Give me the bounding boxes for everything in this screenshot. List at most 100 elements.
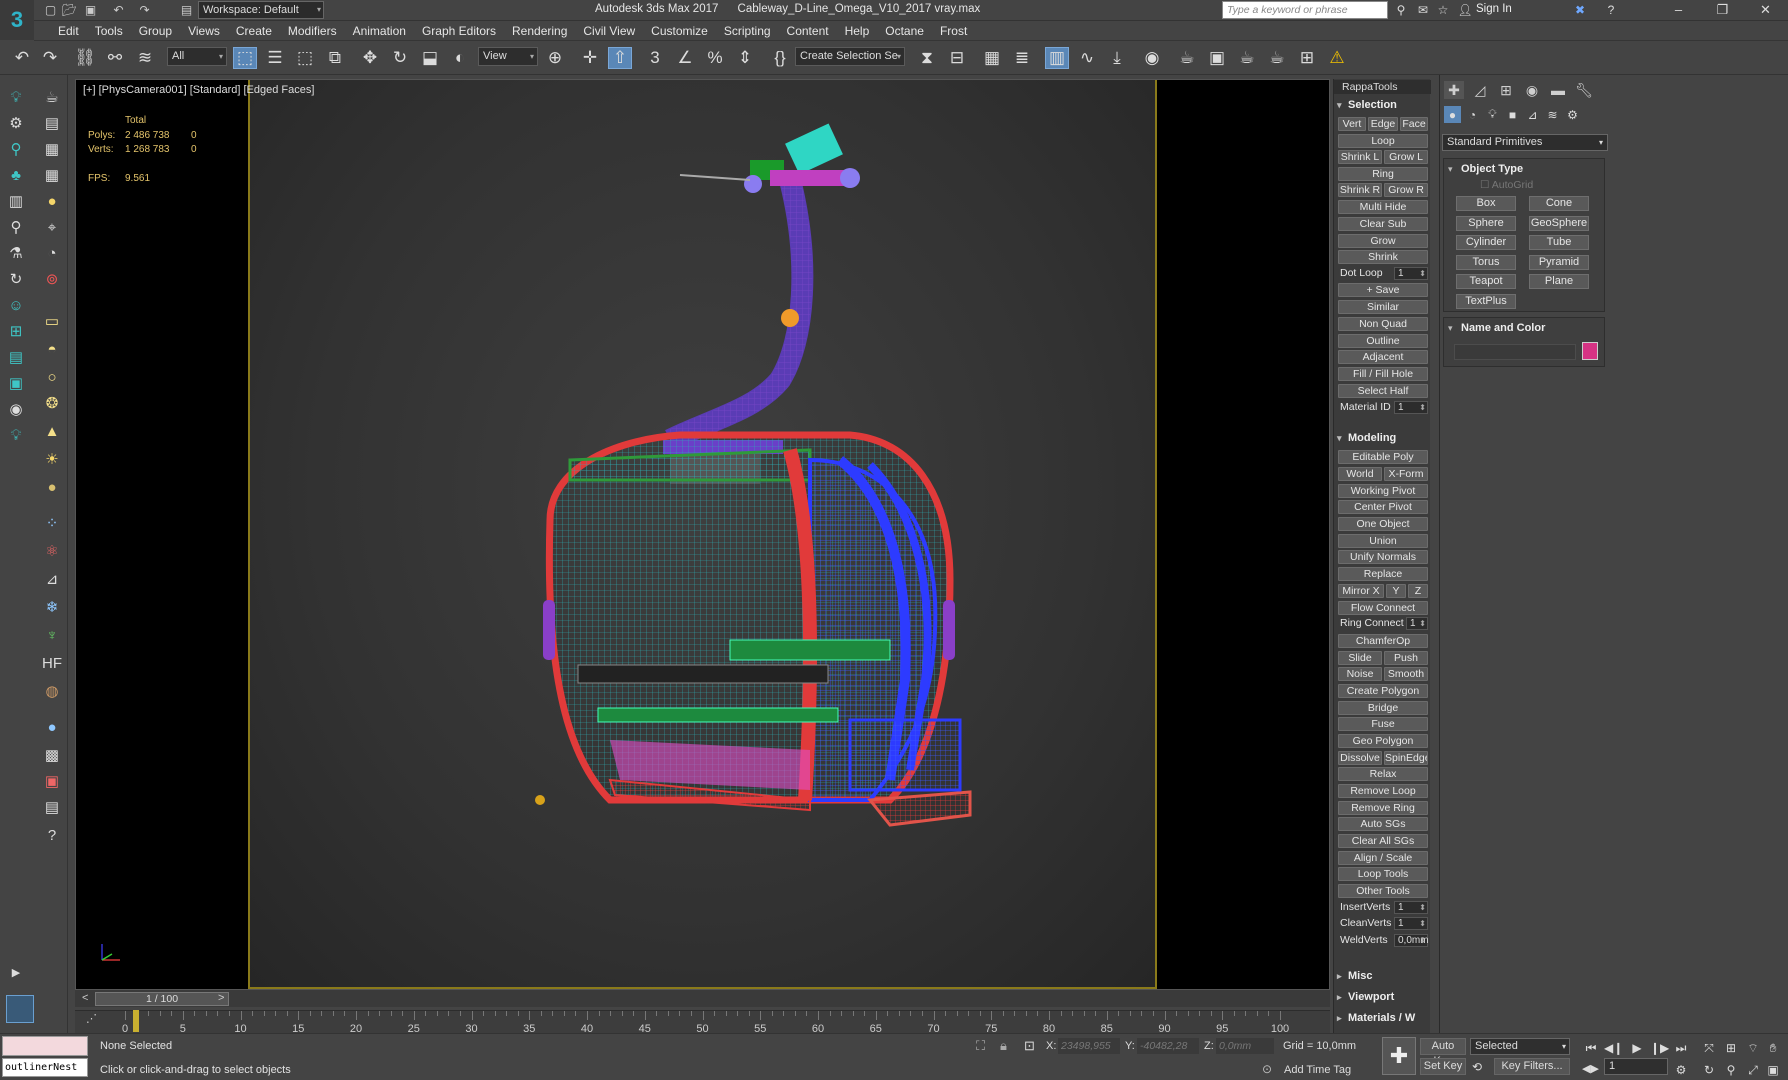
rappa-editpoly-button[interactable]: Editable Poly: [1338, 450, 1428, 464]
batch-icon[interactable]: ▩: [40, 743, 64, 767]
rappa-vert-button[interactable]: Vert: [1338, 117, 1366, 131]
rappa-dotloop-spinner[interactable]: 1: [1394, 267, 1428, 280]
toggle-ribbon-icon[interactable]: ▥: [1045, 47, 1069, 69]
percent-snap-icon[interactable]: %: [703, 47, 727, 69]
rappa-section-selection[interactable]: Selection: [1334, 98, 1431, 113]
field-of-view-icon[interactable]: ⌔: [1744, 1040, 1762, 1056]
z-coord-field[interactable]: 0,0mm: [1216, 1038, 1274, 1054]
rappa-createpolygon-button[interactable]: Create Polygon: [1338, 684, 1428, 698]
refresh-icon[interactable]: ↻: [4, 267, 28, 291]
next-frame-icon[interactable]: ❙▶: [1650, 1040, 1669, 1056]
object-name-field[interactable]: [1454, 344, 1576, 360]
menu-group[interactable]: Group: [131, 24, 180, 38]
time-slider-next-icon[interactable]: >: [218, 992, 224, 1004]
render-target-icon[interactable]: ▣: [40, 769, 64, 793]
rappa-fillhole-button[interactable]: Fill / Fill Hole: [1338, 367, 1428, 381]
rappa-mirrorx-button[interactable]: Mirror X: [1338, 584, 1384, 598]
binoculars-icon[interactable]: ⚲: [1392, 2, 1410, 19]
object-type-title[interactable]: Object Type: [1461, 163, 1523, 175]
shaded-sphere-icon[interactable]: ●: [40, 715, 64, 739]
grid-icon[interactable]: ▦: [40, 163, 64, 187]
book-icon[interactable]: ▥: [4, 189, 28, 213]
ies-light-icon[interactable]: ❂: [40, 391, 64, 415]
panel-icon[interactable]: ▦: [40, 137, 64, 161]
toggle-scene-explorer-icon[interactable]: ▦: [980, 47, 1004, 69]
spot-light-icon[interactable]: ▲: [40, 419, 64, 443]
rappa-noise-button[interactable]: Noise: [1338, 667, 1382, 681]
rappa-spinedge-button[interactable]: SpinEdge: [1384, 751, 1428, 765]
align-tool-icon[interactable]: ⊞: [4, 319, 28, 343]
rappa-dissolve-button[interactable]: Dissolve: [1338, 751, 1382, 765]
previous-frame-icon[interactable]: ◀❙: [1604, 1040, 1623, 1056]
sphere-light2-icon[interactable]: ○: [40, 365, 64, 389]
rappa-slide-button[interactable]: Slide: [1338, 651, 1382, 665]
viewport-toggle-icon[interactable]: ▣: [1764, 1062, 1782, 1078]
tree-icon[interactable]: ♣: [4, 163, 28, 187]
grass-icon[interactable]: ♆: [40, 623, 64, 647]
hair-fur-icon[interactable]: HF: [40, 651, 64, 675]
app-logo-icon[interactable]: 3: [0, 0, 34, 40]
menu-edit[interactable]: Edit: [50, 24, 87, 38]
teapot-icon[interactable]: ☕︎: [40, 85, 64, 109]
rappa-outline-button[interactable]: Outline: [1338, 334, 1428, 348]
viewport-layout-icon[interactable]: [6, 995, 34, 1023]
script-icon[interactable]: ▤: [4, 345, 28, 369]
render-iterative-icon[interactable]: ☕︎: [1265, 47, 1289, 69]
keyboard-shortcut-override-icon[interactable]: ⇧: [608, 47, 632, 69]
save-file-icon[interactable]: ▣: [82, 2, 99, 19]
rappa-section-materials[interactable]: Materials / W: [1334, 1011, 1431, 1026]
rappa-growr-button[interactable]: Grow R: [1384, 183, 1428, 197]
select-object-icon[interactable]: ⬚: [233, 47, 257, 69]
rollout-collapse-icon[interactable]: ▾: [1448, 164, 1453, 175]
redo-icon[interactable]: ↷: [136, 2, 153, 19]
rappa-oneobject-button[interactable]: One Object: [1338, 517, 1428, 531]
rappa-workingpivot-button[interactable]: Working Pivot: [1338, 484, 1428, 498]
expand-arrow-icon[interactable]: ▶: [4, 960, 28, 984]
rappa-alignscale-button[interactable]: Align / Scale: [1338, 851, 1428, 865]
menu-create[interactable]: Create: [228, 24, 280, 38]
geometry-category-icon[interactable]: ●: [1444, 106, 1461, 123]
bind-spacewarp-icon[interactable]: ≋: [133, 47, 157, 69]
light-icon[interactable]: 💡︎: [4, 85, 28, 109]
figure-icon[interactable]: ⚲: [4, 137, 28, 161]
rappa-matid-spinner[interactable]: 1: [1394, 401, 1428, 414]
rappa-growl-button[interactable]: Grow L: [1384, 150, 1428, 164]
rappa-shrink-button[interactable]: Shrink: [1338, 250, 1428, 264]
angle-snap-icon[interactable]: ∠: [673, 47, 697, 69]
menu-modifiers[interactable]: Modifiers: [280, 24, 345, 38]
edit-named-selection-icon[interactable]: {}: [768, 47, 792, 69]
ambient-light-icon[interactable]: ●: [40, 475, 64, 499]
add-time-tag[interactable]: Add Time Tag: [1284, 1064, 1351, 1076]
spinner-snap-icon[interactable]: ⇕: [733, 47, 757, 69]
select-rotate-icon[interactable]: ↻: [388, 47, 412, 69]
rappa-autosgs-button[interactable]: Auto SGs: [1338, 817, 1428, 831]
primitive-cylinder-button[interactable]: Cylinder: [1456, 235, 1516, 250]
particles-icon[interactable]: ⁘: [40, 511, 64, 535]
frame-icon[interactable]: ▣: [4, 371, 28, 395]
menu-rendering[interactable]: Rendering: [504, 24, 575, 38]
utilities-tab-icon[interactable]: 🔧︎: [1574, 81, 1594, 99]
placement-icon[interactable]: ◐: [448, 47, 472, 69]
primitive-type-dropdown[interactable]: Standard Primitives ▾: [1442, 134, 1608, 151]
molecule-icon[interactable]: ⚛: [40, 539, 64, 563]
set-key-button[interactable]: Set Key: [1420, 1058, 1466, 1075]
rect-selection-region-icon[interactable]: ⬚: [293, 47, 317, 69]
rappa-replace-button[interactable]: Replace: [1338, 567, 1428, 581]
snowflake-icon[interactable]: ❄: [40, 595, 64, 619]
rappa-insertverts-spinner[interactable]: 1: [1394, 901, 1428, 914]
rappa-mirrory-button[interactable]: Y: [1386, 584, 1406, 598]
systems-category-icon[interactable]: ⚙: [1564, 106, 1581, 123]
object-color-swatch[interactable]: [1582, 342, 1598, 360]
eye-icon[interactable]: ◉: [4, 397, 28, 421]
key-mode-icon[interactable]: ⟲: [1472, 1060, 1482, 1074]
warning-icon[interactable]: ⚠: [1325, 47, 1349, 69]
primitive-cone-button[interactable]: Cone: [1529, 196, 1589, 211]
question-icon[interactable]: ?: [40, 823, 64, 847]
rappa-xform-button[interactable]: X-Form: [1384, 467, 1428, 481]
primitive-sphere-button[interactable]: Sphere: [1456, 215, 1516, 231]
rendered-frame-window-icon[interactable]: ▣: [1205, 47, 1229, 69]
rappa-loop-button[interactable]: Loop: [1338, 134, 1428, 148]
menu-animation[interactable]: Animation: [345, 24, 414, 38]
selection-filter-dropdown[interactable]: All ▾: [167, 47, 227, 66]
primitive-tube-button[interactable]: Tube: [1529, 235, 1589, 250]
